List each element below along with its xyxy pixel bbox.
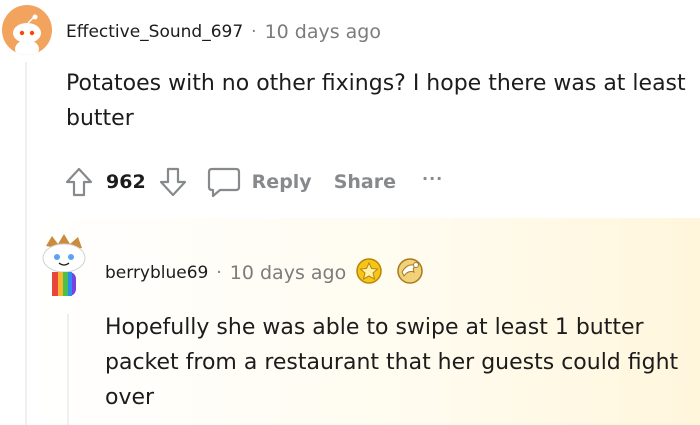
reply-username[interactable]: berryblue69 [105, 263, 208, 283]
downvote-button[interactable] [154, 163, 192, 201]
upvote-icon [65, 167, 93, 197]
comment-actions: 962 Reply Share ··· [60, 160, 443, 204]
separator: · [216, 263, 222, 283]
timestamp[interactable]: 10 days ago [265, 21, 381, 43]
more-options-button[interactable]: ··· [422, 169, 443, 192]
avatar[interactable] [2, 5, 52, 55]
reply-label: Reply [251, 171, 312, 193]
downvote-icon [159, 167, 186, 197]
comment-meta: Effective_Sound_697 · 10 days ago [66, 18, 381, 46]
upvote-button[interactable] [60, 163, 98, 201]
separator: · [251, 22, 257, 42]
reply-timestamp[interactable]: 10 days ago [230, 262, 346, 284]
reply-meta: berryblue69 · 10 days ago [105, 256, 426, 290]
comment-bubble-icon [207, 167, 240, 198]
more-icon: ··· [421, 168, 444, 188]
bronze-award-icon[interactable] [394, 256, 426, 290]
share-label: Share [333, 171, 396, 193]
reply-button[interactable]: Reply [206, 165, 312, 199]
reply-thread-line[interactable] [67, 314, 69, 425]
comment-text: Potatoes with no other fixings? I hope t… [66, 71, 686, 131]
username[interactable]: Effective_Sound_697 [66, 22, 243, 42]
reply-avatar[interactable] [38, 232, 94, 298]
reply-text: Hopefully she was able to swipe at least… [105, 315, 679, 410]
vote-count: 962 [106, 171, 146, 193]
thread-line[interactable] [25, 62, 27, 425]
share-button[interactable]: Share [334, 171, 396, 193]
gold-award-icon[interactable] [354, 256, 384, 290]
